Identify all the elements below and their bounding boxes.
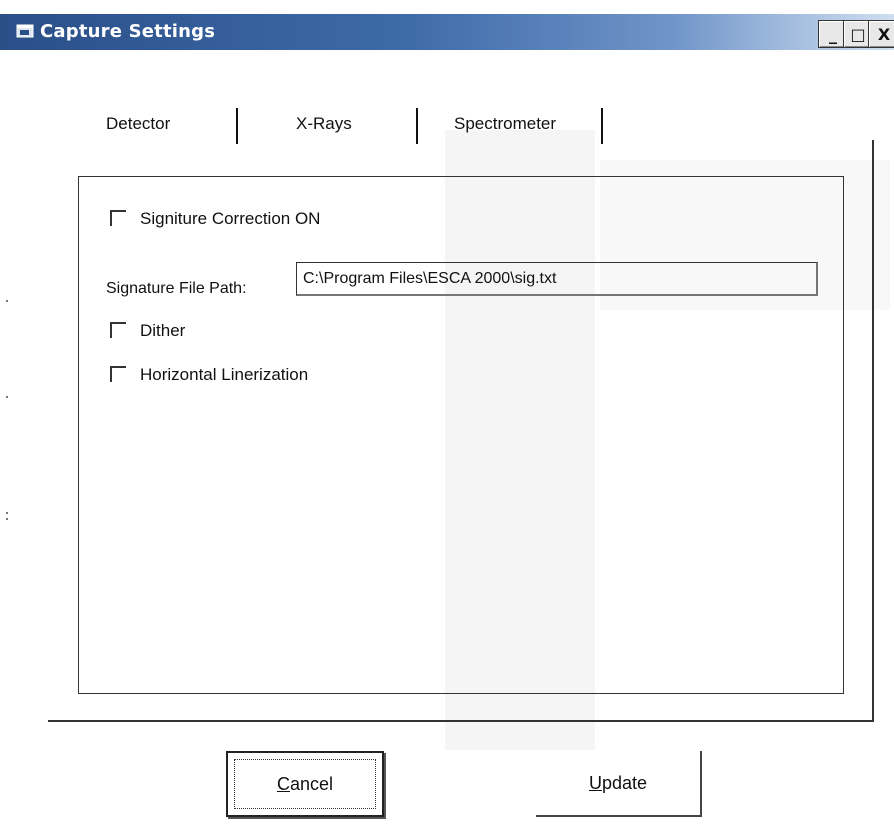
edge-mark bbox=[6, 518, 8, 520]
tab-divider bbox=[236, 108, 238, 144]
horizontal-linerization-label: Horizontal Linerization bbox=[140, 365, 309, 384]
close-icon: X bbox=[877, 24, 891, 44]
cancel-button[interactable]: Cancel bbox=[226, 751, 384, 817]
dither-label: Dither bbox=[140, 321, 186, 340]
signature-file-path-label: Signature File Path: bbox=[106, 280, 247, 297]
signature-correction-label: Signiture Correction ON bbox=[140, 209, 321, 228]
close-button[interactable]: X bbox=[868, 20, 894, 48]
focus-rectangle bbox=[234, 759, 376, 809]
maximize-icon: □ bbox=[850, 24, 866, 44]
dither-checkbox[interactable] bbox=[110, 322, 126, 338]
edge-mark bbox=[6, 396, 8, 398]
tab-spectrometer[interactable]: Spectrometer bbox=[454, 114, 556, 134]
edge-mark bbox=[6, 512, 8, 514]
tab-divider bbox=[601, 108, 603, 144]
detector-settings-group bbox=[78, 176, 844, 694]
window-title: Capture Settings bbox=[40, 21, 216, 42]
signature-file-path-input[interactable] bbox=[296, 262, 818, 296]
tab-divider bbox=[416, 108, 418, 144]
tab-x-rays[interactable]: X-Rays bbox=[296, 114, 352, 134]
tab-detector[interactable]: Detector bbox=[106, 114, 170, 134]
edge-mark bbox=[6, 300, 8, 302]
signature-correction-checkbox[interactable] bbox=[110, 210, 126, 226]
minimize-icon: _ bbox=[829, 24, 837, 44]
update-button-label: Update bbox=[588, 772, 648, 793]
title-bar[interactable]: Capture Settings _ □ X bbox=[0, 14, 894, 50]
tab-panel-border bbox=[872, 140, 874, 720]
tab-panel-border bbox=[48, 720, 874, 722]
update-button[interactable]: Update bbox=[536, 751, 702, 817]
horizontal-linerization-checkbox[interactable] bbox=[110, 366, 126, 382]
window-icon bbox=[16, 24, 34, 38]
